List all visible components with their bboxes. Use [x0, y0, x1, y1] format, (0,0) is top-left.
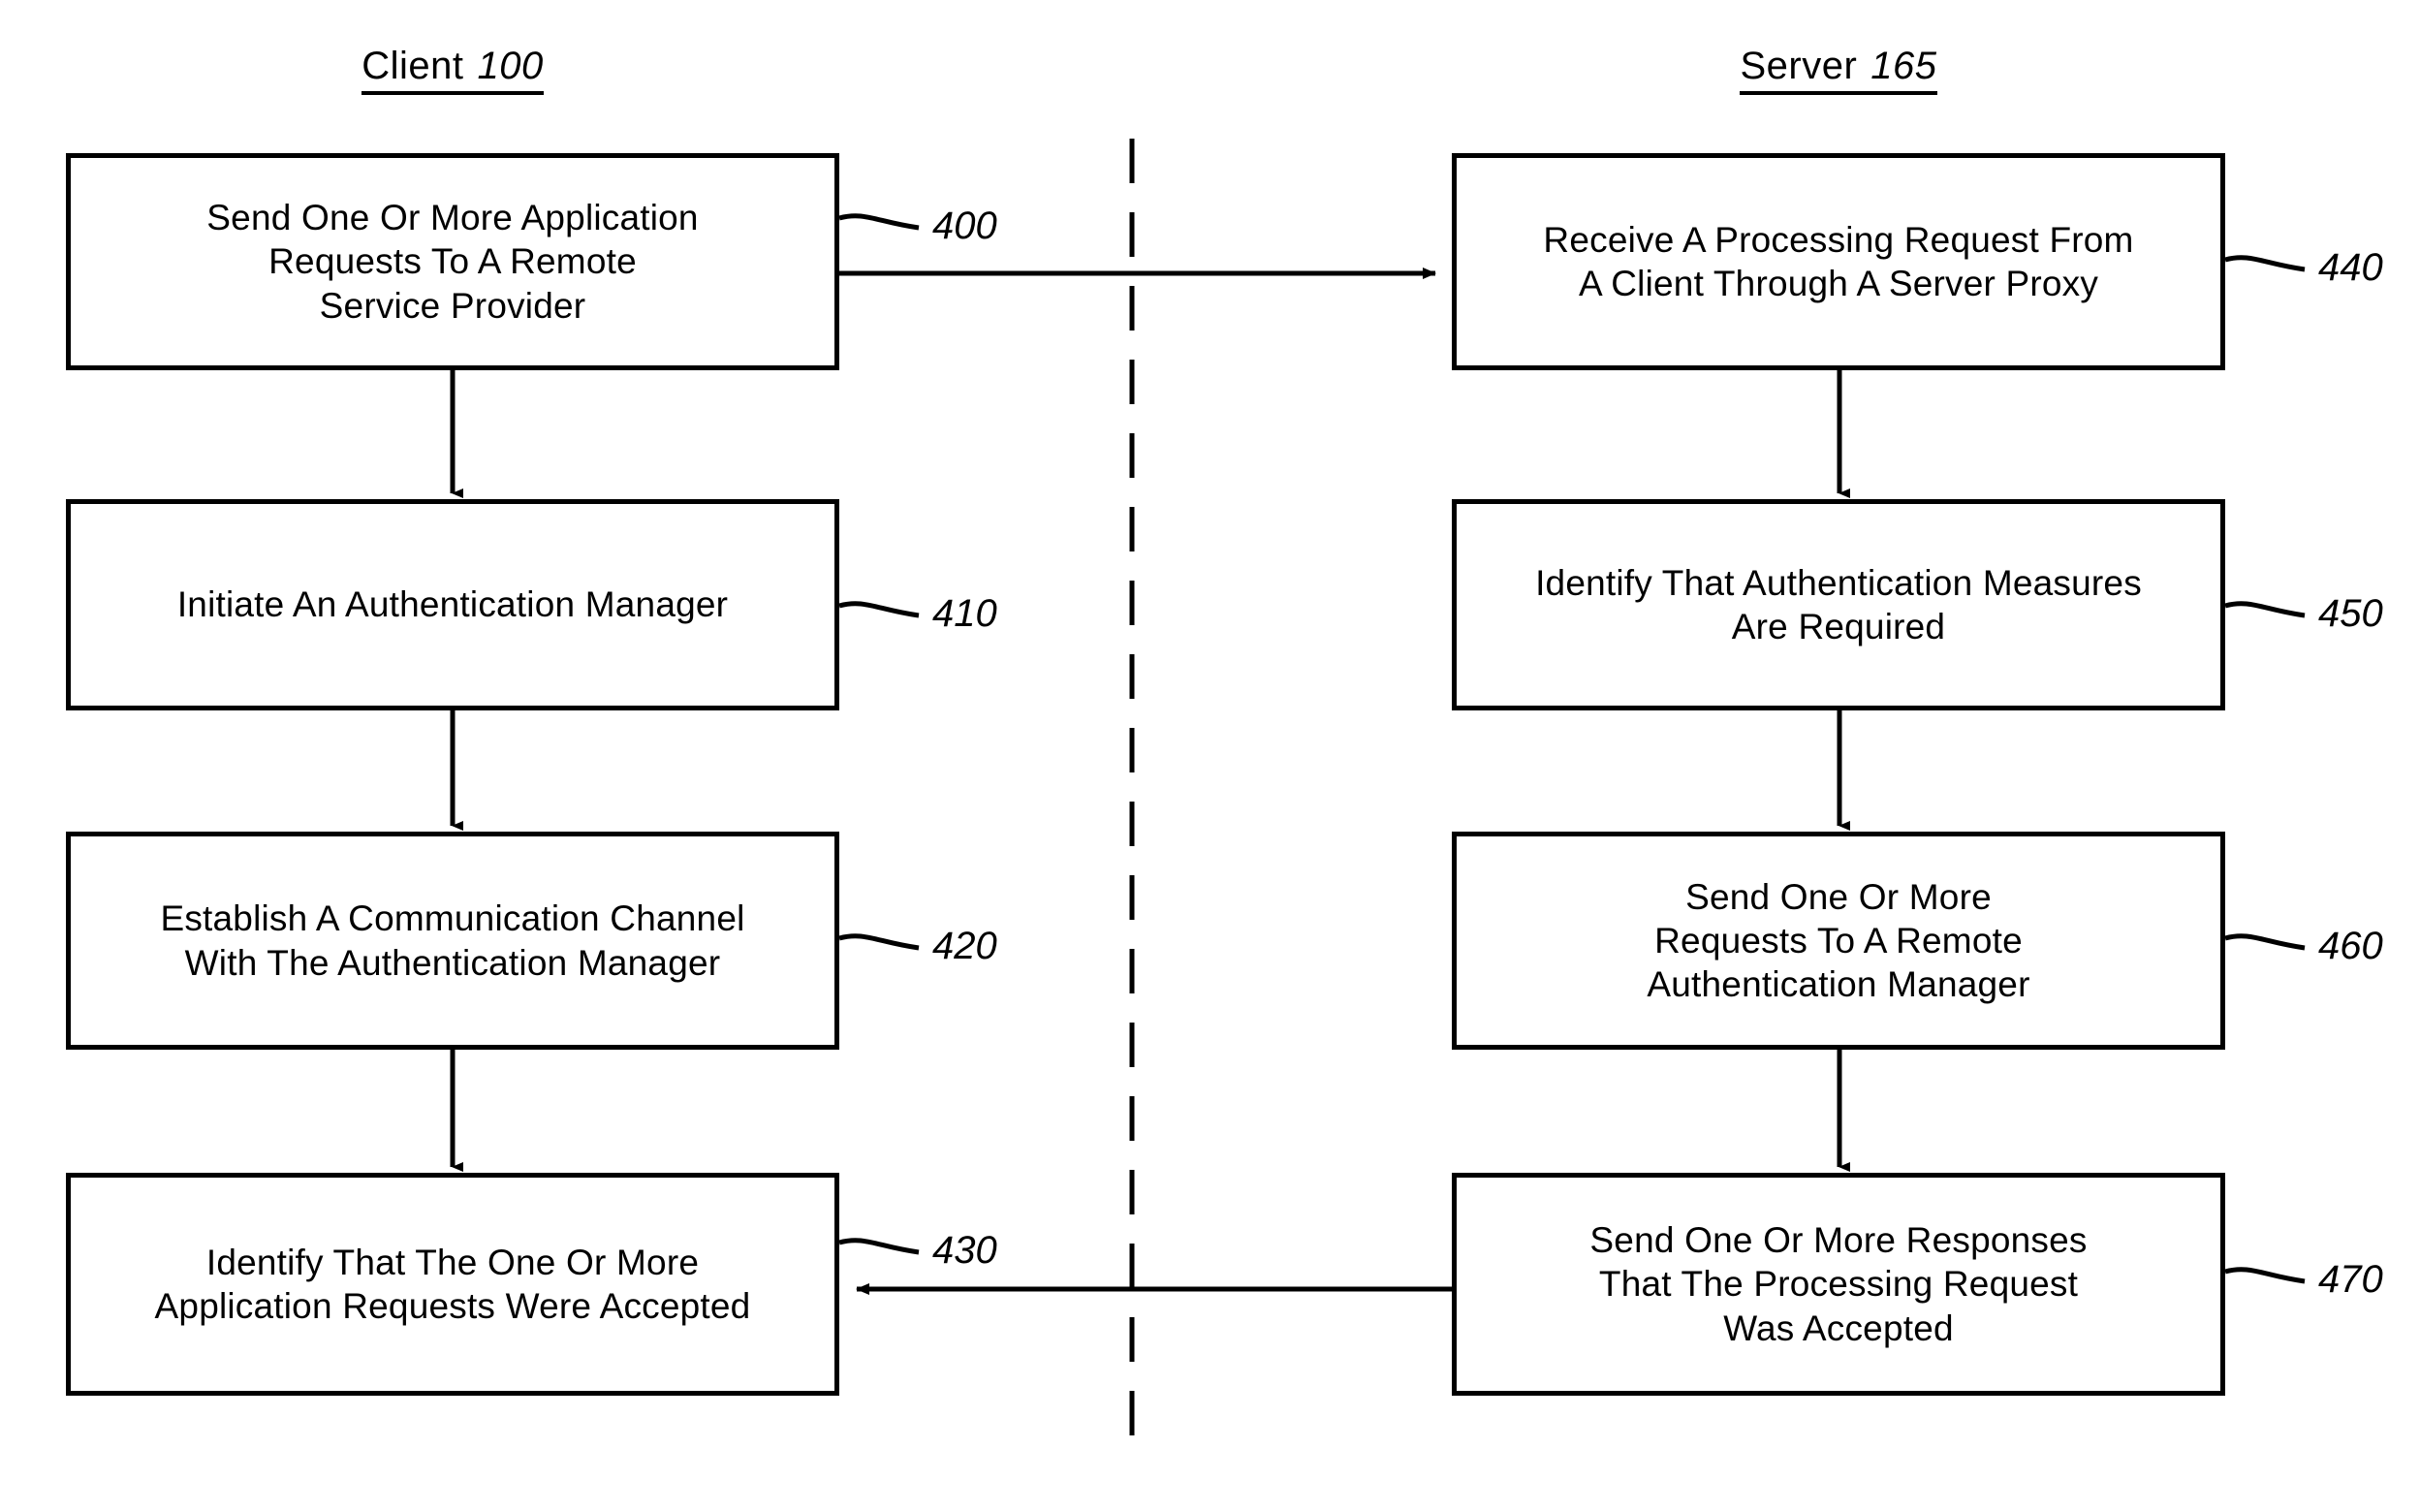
process-box-450-text: Identify That Authentication Measures Are…	[1535, 562, 2142, 646]
reference-number-450: 450	[2318, 592, 2383, 635]
leader-470	[2224, 1267, 2306, 1284]
process-box-460-text: Send One Or More Requests To A Remote Auth…	[1647, 876, 2030, 1005]
process-box-430-text: Identify That The One Or More Application…	[154, 1242, 751, 1326]
process-box-420-text: Establish A Communication Channel With Th…	[160, 898, 745, 983]
column-heading-client-ref: 100	[477, 45, 544, 87]
column-heading-client: Client 100	[66, 47, 839, 95]
reference-number-440: 440	[2318, 246, 2383, 289]
process-box-450: Identify That Authentication Measures Are…	[1452, 499, 2225, 710]
leader-440	[2224, 255, 2306, 272]
reference-number-460: 460	[2318, 925, 2383, 967]
process-box-410: Initiate An Authentication Manager	[66, 499, 839, 710]
process-box-400: Send One Or More Application Requests To …	[66, 153, 839, 370]
reference-number-410: 410	[932, 592, 997, 635]
column-heading-server-label: Server	[1740, 45, 1858, 87]
process-box-430: Identify That The One Or More Application…	[66, 1173, 839, 1396]
leader-430	[838, 1238, 920, 1255]
leader-450	[2224, 601, 2306, 618]
process-box-420: Establish A Communication Channel With Th…	[66, 832, 839, 1050]
process-box-410-text: Initiate An Authentication Manager	[176, 584, 729, 625]
process-box-400-text: Send One Or More Application Requests To …	[206, 198, 699, 326]
reference-number-420: 420	[932, 925, 997, 967]
column-heading-client-label: Client	[361, 45, 464, 87]
column-heading-server-ref: 165	[1870, 45, 1937, 87]
column-heading-server: Server 165	[1452, 47, 2225, 95]
leader-400	[838, 213, 920, 231]
process-box-440-text: Receive A Processing Request From A Clien…	[1543, 219, 2134, 303]
reference-number-470: 470	[2318, 1258, 2383, 1301]
reference-number-430: 430	[932, 1229, 997, 1272]
process-box-460: Send One Or More Requests To A Remote Auth…	[1452, 832, 2225, 1050]
process-box-470: Send One Or More Responses That The Proce…	[1452, 1173, 2225, 1396]
process-box-440: Receive A Processing Request From A Clien…	[1452, 153, 2225, 370]
patent-flowchart-figure: Client 100 Server 165 Send One Or More App…	[0, 0, 2420, 1512]
leader-460	[2224, 933, 2306, 951]
reference-number-400: 400	[932, 205, 997, 247]
process-box-470-text: Send One Or More Responses That The Proce…	[1589, 1220, 2088, 1348]
leader-420	[838, 933, 920, 951]
leader-410	[838, 601, 920, 618]
